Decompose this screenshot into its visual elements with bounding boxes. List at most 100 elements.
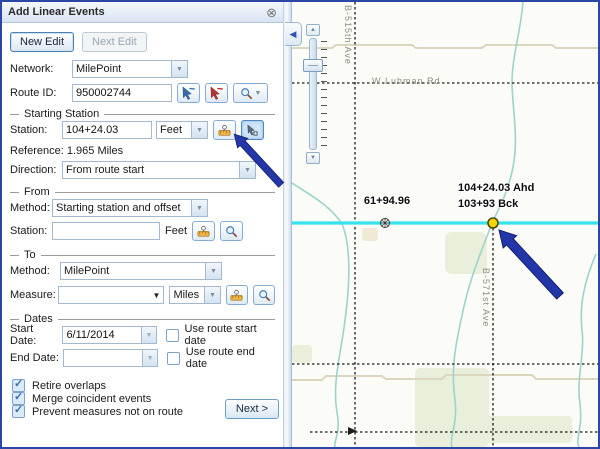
collapse-panel-tab[interactable]: ◀ — [285, 22, 302, 46]
end-date-input[interactable] — [63, 349, 143, 367]
add-linear-events-panel: Add Linear Events ⊗ New Edit Next Edit N… — [2, 2, 284, 447]
chevron-down-icon[interactable]: ▼ — [205, 263, 221, 279]
reference-text: Reference: 1.965 Miles — [10, 145, 123, 157]
start-date-label: Start Date: — [10, 323, 62, 347]
triangle-up-icon: ▲ — [310, 27, 316, 33]
to-method-value: MilePoint — [61, 265, 205, 277]
red-cursor-route-icon — [209, 86, 224, 101]
section-label: Starting Station — [24, 108, 99, 120]
chevron-down-icon[interactable]: ▼ — [171, 61, 187, 77]
chevron-down-icon: ▼ — [255, 90, 262, 97]
from-station-label: Station: — [10, 225, 52, 237]
merge-coincident-label: Merge coincident events — [32, 393, 151, 405]
map-graphics — [292, 2, 598, 447]
zoom-out-button[interactable]: ▼ — [306, 152, 320, 164]
direction-value: From route start — [63, 164, 239, 176]
section-starting-station: Starting Station — [10, 108, 275, 120]
zoom-in-button[interactable]: ▲ — [306, 24, 320, 36]
station-value-label-left: 61+94.96 — [352, 195, 422, 207]
zoom-slider-track[interactable] — [309, 38, 317, 150]
use-route-start-date-label: Use route start date — [185, 323, 275, 347]
station-unit-value: Feet — [157, 124, 191, 136]
zoom-slider-thumb[interactable] — [303, 59, 323, 72]
chevron-down-icon[interactable]: ▼ — [191, 200, 207, 216]
from-station-identify-button[interactable] — [192, 221, 215, 241]
chevron-down-icon[interactable]: ▼ — [204, 287, 220, 303]
from-station-row: Station: Feet — [10, 221, 275, 241]
chevron-down-icon[interactable]: ▼ — [191, 122, 207, 138]
network-label: Network: — [10, 63, 72, 75]
triangle-down-icon: ▼ — [310, 155, 316, 161]
start-date-input[interactable] — [62, 326, 142, 344]
map-viewport[interactable]: B-515th Ave W Luhman Rd B-571st Ave 61+9… — [292, 2, 598, 447]
calendar-dropdown-icon[interactable]: ▼ — [143, 349, 157, 367]
close-icon[interactable]: ⊗ — [266, 6, 277, 19]
end-date-row: End Date: ▼ Use route end date — [10, 348, 275, 368]
prevent-measures-checkbox[interactable] — [12, 405, 25, 418]
network-row: Network: MilePoint ▼ — [10, 59, 275, 79]
station-unit-select[interactable]: Feet ▼ — [156, 121, 208, 139]
street-label-vertical-right: B-571st Ave — [481, 268, 491, 327]
annotation-arrow-panel — [231, 131, 289, 191]
new-edit-button[interactable]: New Edit — [10, 32, 74, 52]
station-label: Station: — [10, 124, 62, 136]
app-window: Add Linear Events ⊗ New Edit Next Edit N… — [0, 0, 600, 449]
from-method-label: Method: — [10, 202, 52, 214]
magnifier-icon — [240, 87, 253, 100]
measure-unit-select[interactable]: Miles ▼ — [169, 286, 221, 304]
start-date-row: Start Date: ▼ Use route start date — [10, 325, 275, 345]
annotation-arrow-map — [495, 226, 570, 304]
route-search-menu-button[interactable]: ▼ — [233, 83, 268, 103]
retire-overlaps-row: Retire overlaps — [12, 379, 275, 392]
next-edit-button[interactable]: Next Edit — [82, 32, 147, 52]
magnifier-icon — [225, 225, 238, 238]
end-date-label: End Date: — [10, 352, 63, 364]
combo-arrow-icon[interactable]: ▼ — [149, 291, 163, 300]
from-unit-text: Feet — [165, 225, 187, 237]
triangle-left-icon: ◀ — [290, 29, 297, 40]
section-label: From — [24, 186, 50, 198]
section-to: To — [10, 249, 275, 261]
network-select[interactable]: MilePoint ▼ — [72, 60, 188, 78]
orange-station-icon — [196, 224, 211, 239]
retire-overlaps-label: Retire overlaps — [32, 380, 106, 392]
station-input[interactable] — [62, 121, 152, 139]
edit-buttons-row: New Edit Next Edit — [10, 31, 275, 53]
route-id-input[interactable] — [72, 84, 172, 102]
station-ahead-label: 104+24.03 Ahd — [458, 182, 534, 194]
calendar-dropdown-icon[interactable]: ▼ — [142, 326, 156, 344]
orange-station-icon — [217, 123, 232, 138]
section-label: To — [24, 249, 36, 261]
use-route-end-date-label: Use route end date — [186, 346, 275, 370]
from-station-input[interactable] — [52, 222, 160, 240]
network-value: MilePoint — [73, 63, 171, 75]
zoom-slider-ticks — [321, 41, 327, 149]
blue-cursor-route-icon — [181, 86, 196, 101]
use-route-start-date-checkbox[interactable] — [166, 329, 179, 342]
prevent-measures-label: Prevent measures not on route — [32, 406, 183, 418]
measure-identify-button[interactable] — [226, 285, 248, 305]
station-marker — [381, 219, 390, 228]
next-button[interactable]: Next > — [225, 399, 279, 419]
measure-combo[interactable]: ▼ — [58, 286, 165, 304]
minor-roads — [292, 45, 598, 380]
direction-select[interactable]: From route start ▼ — [62, 161, 256, 179]
select-route-on-map-button[interactable] — [177, 83, 200, 103]
magnifier-icon — [258, 289, 271, 302]
from-method-row: Method: Starting station and offset ▼ — [10, 198, 275, 218]
use-route-end-date-checkbox[interactable] — [167, 352, 180, 365]
route-id-label: Route ID: — [10, 87, 72, 99]
direction-label: Direction: — [10, 164, 62, 176]
from-method-select[interactable]: Starting station and offset ▼ — [52, 199, 208, 217]
measure-search-button[interactable] — [253, 285, 275, 305]
street-label-horizontal: W Luhman Rd — [372, 76, 441, 86]
from-station-search-button[interactable] — [220, 221, 243, 241]
field-patch — [362, 228, 378, 241]
street-label-vertical-top: B-515th Ave — [343, 5, 353, 65]
station-back-label: 103+93 Bck — [458, 198, 518, 210]
panel-header: Add Linear Events ⊗ — [2, 2, 283, 23]
to-method-select[interactable]: MilePoint ▼ — [60, 262, 222, 280]
clear-route-selection-button[interactable] — [205, 83, 228, 103]
panel-splitter[interactable] — [284, 2, 292, 447]
route-id-row: Route ID: ▼ — [10, 83, 275, 103]
